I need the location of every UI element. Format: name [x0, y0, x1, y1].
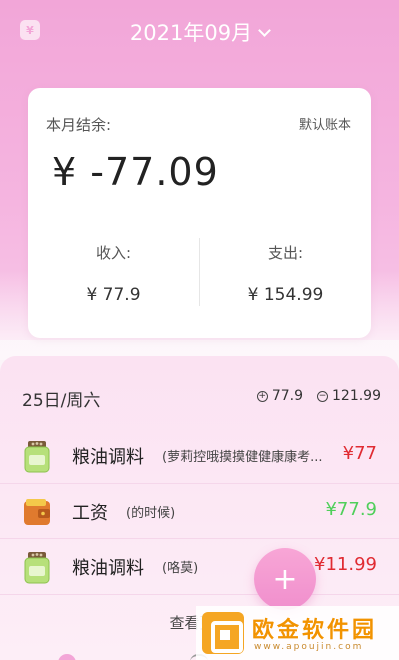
income-summary: 收入: ¥ 77.9	[28, 242, 199, 305]
month-label: 2021年09月	[129, 21, 253, 45]
watermark-text: 欧金软件园	[252, 618, 378, 643]
day-expense: − 121.99	[317, 388, 381, 404]
grocery-jar-icon	[24, 441, 50, 473]
day-date: 25日/周六	[22, 391, 101, 411]
record-category: 粮油调料	[72, 447, 144, 468]
record-amount: ¥77.9	[325, 499, 377, 520]
record-row[interactable]: 工资 (的时候) ¥77.9	[0, 484, 399, 538]
watermark-url: www.apoujin.com	[254, 642, 364, 652]
record-note: (咯莫)	[162, 561, 199, 576]
day-income: + 77.9	[256, 388, 303, 404]
day-totals: + 77.9 − 121.99	[256, 388, 381, 404]
record-row[interactable]: 粮油调料 (萝莉控哦摸摸健健康康考... ¥77	[0, 428, 399, 482]
expense-label: 支出:	[267, 244, 304, 262]
income-label: 收入:	[95, 244, 132, 262]
expense-summary: 支出: ¥ 154.99	[200, 242, 371, 305]
wallet-icon	[24, 499, 50, 525]
record-amount: ¥77	[342, 443, 377, 464]
grocery-jar-icon	[24, 552, 50, 584]
month-picker[interactable]: 2021年09月	[0, 14, 399, 50]
day-income-value: 77.9	[271, 388, 303, 404]
record-note: (萝莉控哦摸摸健健康康考...	[162, 450, 323, 465]
record-row[interactable]: 粮油调料 (咯莫) ¥11.99	[0, 539, 399, 593]
record-amount: ¥11.99	[314, 554, 377, 575]
row-divider	[0, 594, 399, 595]
income-value: ¥ 77.9	[86, 285, 141, 305]
chevron-down-icon	[258, 23, 271, 37]
plus-circle-icon: +	[256, 390, 268, 402]
balance-value: ¥ -77.09	[52, 150, 219, 194]
record-category: 粮油调料	[72, 558, 144, 579]
minus-circle-icon: −	[317, 390, 328, 402]
record-category: 工资	[72, 503, 108, 524]
day-expense-value: 121.99	[332, 388, 381, 404]
add-record-button[interactable]: +	[254, 548, 316, 610]
balance-label: 本月结余:	[46, 116, 112, 134]
site-watermark: 欧金软件园 www.apoujin.com	[196, 606, 399, 660]
expense-value: ¥ 154.99	[247, 285, 324, 305]
account-book-selector[interactable]: 默认账本	[299, 114, 351, 133]
watermark-logo-icon	[202, 612, 244, 654]
monthly-summary-card: 本月结余: 默认账本 ¥ -77.09 收入: ¥ 77.9 支出: ¥ 154…	[28, 88, 371, 338]
record-note: (的时候)	[126, 506, 176, 521]
